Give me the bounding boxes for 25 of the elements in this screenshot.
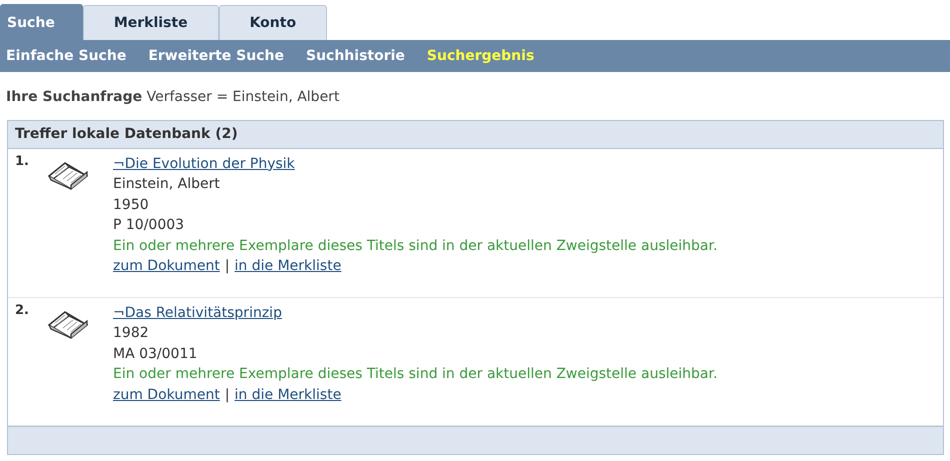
result-detail: Einstein, Albert — [113, 175, 221, 194]
tab[interactable]: Merkliste — [82, 5, 219, 40]
tab[interactable]: Suche — [0, 4, 83, 40]
subnav-link[interactable]: Erweiterte Suche — [148, 48, 284, 64]
subnav-link[interactable]: Einfache Suche — [6, 48, 126, 64]
result-link[interactable]: zum Dokument — [113, 384, 220, 406]
search-query: Ihre Suchanfrage Verfasser = Einstein, Albert — [5, 88, 340, 104]
result-detail: MA 03/0011 — [113, 344, 198, 364]
result-link[interactable]: in die Merkliste — [234, 256, 342, 277]
result-number: 1. — [15, 154, 30, 171]
link-separator: | — [224, 257, 230, 276]
availability-text: Ein oder mehrere Exemplare dieses Titels sind in der aktuellen Zweigstelle ausleihbar. — [113, 365, 718, 384]
result-detail: P 10/0003 — [113, 216, 186, 236]
result-number: 2. — [15, 302, 30, 320]
result-detail: 1982 — [113, 324, 150, 344]
tab[interactable]: Konto — [218, 5, 328, 40]
link-separator: | — [224, 386, 230, 405]
result-link[interactable]: zum Dokument — [113, 256, 220, 277]
result-link[interactable]: in die Merkliste — [234, 384, 342, 406]
panel-title: Treffer lokale Datenbank (2) — [8, 121, 943, 149]
result-detail: 1950 — [113, 196, 150, 215]
title-link[interactable]: ¬Die Evolution der Physik — [113, 156, 295, 172]
title-link[interactable]: ¬Das Relativitätsprinzip — [113, 304, 282, 321]
subnav-link[interactable]: Suchhistorie — [306, 48, 405, 64]
availability-text: Ein oder mehrere Exemplare dieses Titels sind in der aktuellen Zweigstelle ausleihbar. — [113, 236, 718, 256]
